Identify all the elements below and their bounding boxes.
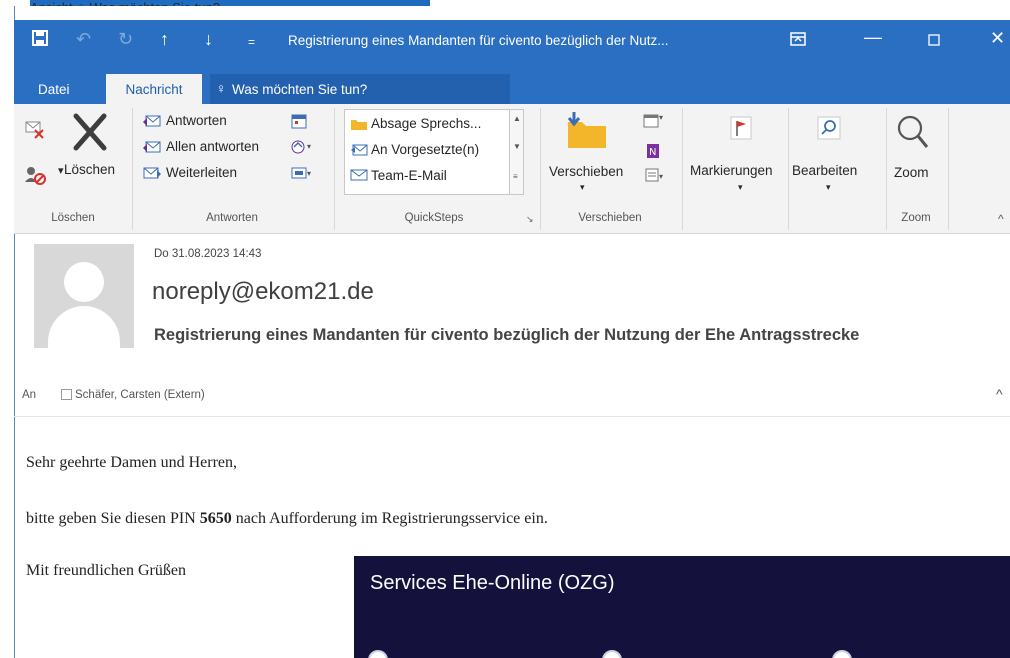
group-label-zoom: Zoom <box>901 212 931 224</box>
forward-button[interactable]: Weiterleiten <box>166 165 237 180</box>
ignore-icon[interactable] <box>24 118 46 143</box>
group-separator <box>948 108 949 230</box>
tell-me-text: Was möchten Sie tun? <box>232 82 368 97</box>
group-label-respond: Antworten <box>206 212 258 224</box>
reply-icon[interactable] <box>142 112 162 133</box>
rules-icon[interactable]: ▾ <box>642 112 666 133</box>
reply-all-button[interactable]: Allen antworten <box>166 139 259 154</box>
message-sender[interactable]: noreply@ekom21.de <box>152 278 374 306</box>
more-icon[interactable]: ≡ <box>513 172 518 181</box>
body-pin-pre: bitte geben Sie diesen PIN <box>26 510 200 527</box>
message-subject: Registrierung eines Mandanten für civent… <box>154 326 860 344</box>
redo-icon[interactable]: ↻ <box>118 30 133 48</box>
ribbon: ▾ Löschen Löschen Antworten Allen antwor… <box>14 104 1010 234</box>
quicksteps-gallery: Absage Sprechs... An Vorgesetzte(n) Team… <box>344 109 524 195</box>
more-respond-icon[interactable]: ▾ <box>290 164 316 185</box>
svg-text:▾: ▾ <box>307 142 311 151</box>
header-divider <box>14 416 1010 417</box>
search-icon[interactable] <box>817 116 841 145</box>
move-dropdown-arrow: ▾ <box>580 182 585 192</box>
flags-button[interactable]: Markierungen <box>690 163 773 178</box>
svg-text:▾: ▾ <box>307 169 311 178</box>
delete-button[interactable]: Löschen <box>64 162 115 177</box>
avatar-head-icon <box>64 262 104 302</box>
body-closing: Mit freundlichen Grüßen <box>26 562 186 579</box>
quickstep-item[interactable]: Team-E-Mail <box>371 168 447 183</box>
customize-icon[interactable]: = <box>248 33 255 51</box>
body-pin-line: bitte geben Sie diesen PIN 5650 nach Auf… <box>26 510 548 528</box>
actions-icon[interactable]: ▾ <box>644 166 668 187</box>
zoom-icon[interactable] <box>896 114 930 157</box>
group-label-delete: Löschen <box>51 212 95 224</box>
quicksteps-scrollbar[interactable]: ▲ ▼ ≡ <box>509 110 523 194</box>
collapse-header-icon[interactable]: ^ <box>996 386 1003 402</box>
zoom-button[interactable]: Zoom <box>894 165 929 180</box>
reply-all-icon[interactable] <box>142 138 162 159</box>
dialog-launcher-icon[interactable]: ↘ <box>526 214 534 225</box>
avatar <box>34 244 134 348</box>
cleanup-icon[interactable] <box>24 164 48 189</box>
folder-icon <box>350 117 368 134</box>
to-label: An <box>22 389 37 401</box>
svg-text:N: N <box>649 147 656 158</box>
delete-dropdown-arrow: ▾ <box>58 165 64 177</box>
collapse-ribbon-icon[interactable]: ^ <box>998 212 1004 226</box>
services-banner: Services Ehe-Online (OZG) <box>354 556 1010 658</box>
move-button[interactable]: Verschieben <box>549 164 623 179</box>
avatar-body-icon <box>48 306 120 348</box>
group-separator <box>788 108 789 230</box>
send-to-manager-icon <box>350 142 368 161</box>
message-date: Do 31.08.2023 14:43 <box>154 248 262 260</box>
group-label-quicksteps: QuickSteps <box>404 212 464 224</box>
ribbon-display-icon[interactable] <box>790 32 806 50</box>
quickstep-item[interactable]: Absage Sprechs... <box>371 116 481 131</box>
scroll-up-icon[interactable]: ▲ <box>513 114 521 123</box>
minimize-icon[interactable]: — <box>864 28 882 46</box>
svg-text:▾: ▾ <box>659 113 663 122</box>
svg-text:▾: ▾ <box>659 172 663 181</box>
tell-me-box[interactable]: ♀ Was möchten Sie tun? <box>210 74 510 104</box>
recipient-name[interactable]: Schäfer, Carsten (Extern) <box>75 389 205 401</box>
edit-button[interactable]: Bearbeiten <box>792 163 857 178</box>
undo-icon[interactable]: ↶ <box>76 30 91 48</box>
delete-icon[interactable] <box>68 110 112 157</box>
forward-icon[interactable] <box>142 164 162 185</box>
pin-value: 5650 <box>199 510 232 527</box>
meeting-icon[interactable] <box>290 112 308 133</box>
window-title: Registrierung eines Mandanten für civent… <box>288 33 669 48</box>
im-icon[interactable]: ▾ <box>290 138 316 159</box>
onenote-icon[interactable]: N <box>644 142 662 163</box>
recipient-contact-icon <box>61 389 72 400</box>
title-bar: ↶ ↻ ↑ ↓ = Registrierung eines Mandanten … <box>14 20 1010 74</box>
tab-file[interactable]: Datei <box>38 82 70 97</box>
body-pin-post: nach Aufforderung im Registrierungsservi… <box>231 510 548 527</box>
quickstep-item[interactable]: An Vorgesetzte(n) <box>371 142 479 157</box>
edit-dropdown-arrow: ▾ <box>826 182 831 192</box>
banner-title: Services Ehe-Online (OZG) <box>370 572 615 594</box>
arrow-up-icon[interactable]: ↑ <box>160 30 169 48</box>
close-icon[interactable]: ✕ <box>990 29 1005 47</box>
banner-radio-icon <box>602 650 622 658</box>
flags-dropdown-arrow: ▾ <box>738 182 743 192</box>
lightbulb-icon: ♀ <box>216 81 227 96</box>
banner-radio-icon <box>832 650 852 658</box>
move-folder-icon[interactable] <box>562 110 612 155</box>
body-greeting: Sehr geehrte Damen und Herren, <box>26 454 238 471</box>
save-icon[interactable] <box>32 30 48 51</box>
banner-radio-icon <box>368 650 388 658</box>
maximize-icon[interactable] <box>928 32 940 50</box>
group-label-move: Verschieben <box>578 212 642 224</box>
group-separator <box>682 108 683 230</box>
flag-icon[interactable] <box>730 116 752 145</box>
reply-button[interactable]: Antworten <box>166 113 227 128</box>
ribbon-tab-row: Datei Nachricht ♀ Was möchten Sie tun? <box>14 74 1010 104</box>
team-email-icon <box>350 168 368 185</box>
arrow-down-icon[interactable]: ↓ <box>204 30 213 48</box>
tab-message[interactable]: Nachricht <box>106 74 202 104</box>
scroll-down-icon[interactable]: ▼ <box>513 142 521 151</box>
